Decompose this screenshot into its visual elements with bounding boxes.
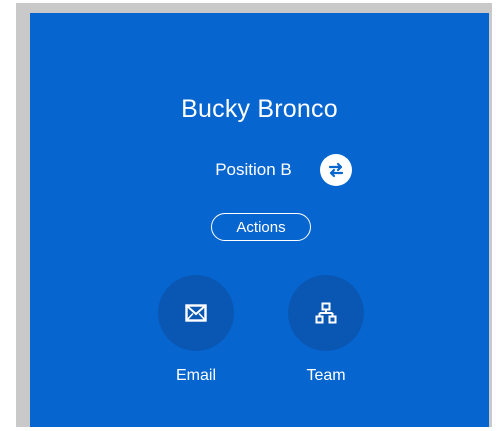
position-row: Position B	[30, 153, 489, 187]
team-label: Team	[306, 367, 346, 384]
switch-arrows-icon	[328, 162, 343, 178]
actions-button[interactable]: Actions	[211, 213, 311, 241]
position-label: Position B	[215, 160, 292, 179]
email-action[interactable]: Email	[158, 275, 234, 385]
worker-name: Bucky Bronco	[181, 95, 338, 123]
card-frame: Bucky Bronco Position B Actions Email Te…	[16, 3, 492, 427]
email-circle[interactable]	[158, 275, 234, 351]
email-label: Email	[175, 367, 216, 384]
switch-position-button[interactable]	[319, 154, 352, 186]
worker-profile-card: Bucky Bronco Position B Actions Email Te…	[30, 13, 489, 427]
org-chart-icon	[315, 302, 337, 324]
envelope-icon	[185, 304, 207, 322]
team-action[interactable]: Team	[288, 275, 364, 385]
team-circle[interactable]	[288, 275, 364, 351]
